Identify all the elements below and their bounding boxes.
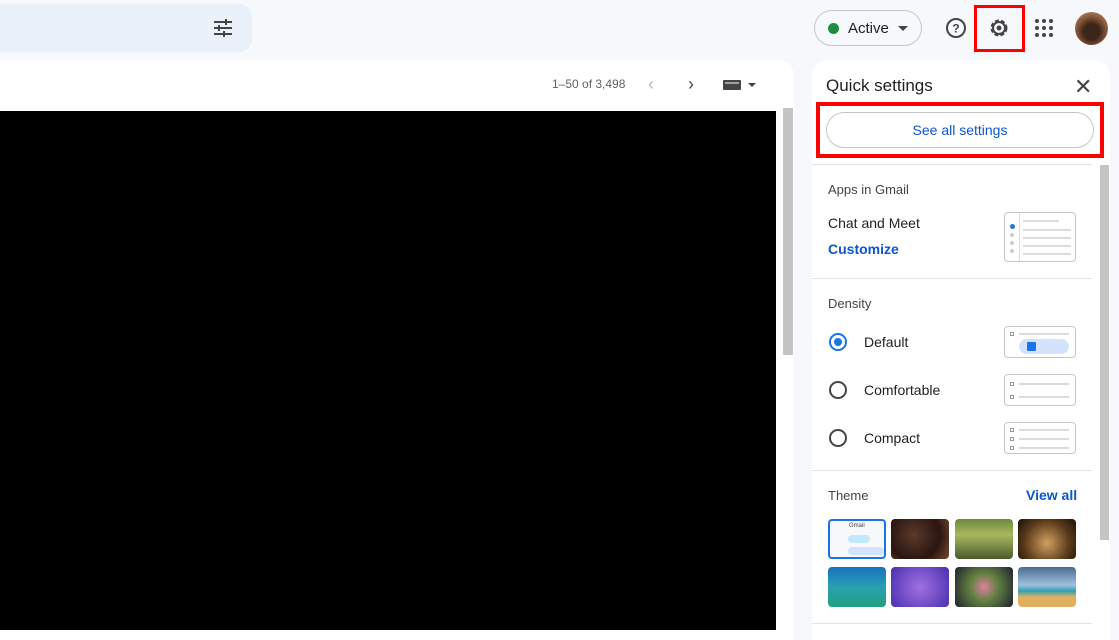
theme-thumbnail[interactable]	[955, 519, 1013, 559]
theme-default[interactable]: Gmail	[828, 519, 886, 559]
divider	[812, 164, 1092, 165]
panel-scrollbar[interactable]	[1100, 165, 1109, 540]
divider	[812, 278, 1092, 279]
theme-thumbnail[interactable]	[828, 567, 886, 607]
caret-down-icon	[897, 25, 908, 31]
apps-section-heading: Apps in Gmail	[828, 182, 909, 197]
pagination-text: 1–50 of 3,498	[552, 77, 626, 91]
theme-thumbnail[interactable]	[891, 519, 949, 559]
input-tools-keyboard-icon[interactable]	[722, 78, 758, 92]
help-icon[interactable]: ?	[944, 16, 968, 40]
theme-preview-label: Gmail	[849, 523, 865, 529]
density-compact-preview	[1004, 422, 1076, 454]
quick-settings-title: Quick settings	[826, 76, 933, 95]
svg-text:?: ?	[952, 22, 959, 36]
view-all-themes-link[interactable]: View all	[1026, 487, 1077, 503]
apps-grid-icon[interactable]	[1033, 17, 1055, 39]
status-dropdown[interactable]: Active	[814, 10, 922, 46]
density-comfortable-preview	[1004, 374, 1076, 406]
close-icon[interactable]: ✕	[1074, 74, 1092, 100]
density-default-radio[interactable]	[829, 333, 847, 351]
theme-section-heading: Theme	[828, 488, 869, 503]
density-default-preview	[1004, 326, 1076, 358]
search-options-icon[interactable]	[212, 17, 234, 39]
chat-meet-label: Chat and Meet	[828, 215, 920, 231]
divider	[812, 470, 1092, 471]
theme-thumbnail[interactable]	[955, 567, 1013, 607]
density-section-heading: Density	[828, 296, 872, 311]
density-compact-radio[interactable]	[829, 429, 847, 447]
message-list-area	[0, 111, 776, 630]
theme-thumbnail[interactable]	[1018, 567, 1076, 607]
prev-page-icon[interactable]: ‹	[648, 74, 654, 95]
customize-link[interactable]: Customize	[828, 241, 899, 257]
density-default-label[interactable]: Default	[864, 334, 908, 350]
theme-thumbnail[interactable]	[891, 567, 949, 607]
status-dot-icon	[828, 22, 839, 34]
density-comfortable-label[interactable]: Comfortable	[864, 382, 940, 398]
scrollbar[interactable]	[783, 108, 793, 355]
theme-thumbnail[interactable]	[1018, 519, 1076, 559]
see-all-settings-button[interactable]: See all settings	[826, 112, 1094, 148]
chat-meet-preview	[1004, 212, 1076, 262]
account-avatar[interactable]	[1075, 12, 1108, 45]
density-comfortable-radio[interactable]	[829, 381, 847, 399]
divider	[812, 623, 1092, 624]
density-compact-label[interactable]: Compact	[864, 430, 920, 446]
status-label: Active	[848, 19, 889, 37]
settings-gear-icon[interactable]	[987, 16, 1011, 40]
next-page-icon[interactable]: ›	[688, 74, 694, 95]
